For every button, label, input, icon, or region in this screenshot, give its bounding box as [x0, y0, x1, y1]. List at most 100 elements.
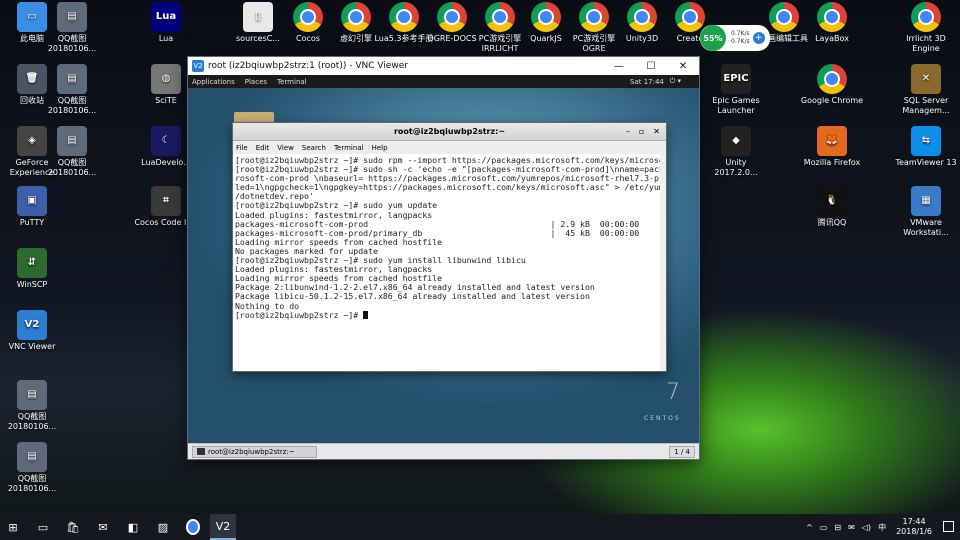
app-icon[interactable]: ◧ — [120, 514, 146, 540]
clock-date: 2018/1/6 — [896, 527, 932, 536]
desktop-icon[interactable]: ▣ PuTTY — [0, 186, 64, 228]
menu-view[interactable]: View — [277, 144, 294, 152]
desktop-icon-label: Epic Games Launcher — [712, 96, 760, 115]
store-icon[interactable]: 🛍 — [60, 514, 86, 540]
terminal-window[interactable]: root@iz2bqiuwbp2strz:~ – ▫ ✕ File Edit Vie… — [232, 122, 667, 372]
desktop-icon[interactable]: ▤ QQ截图20180106... — [0, 380, 64, 432]
chrome-icon — [341, 2, 371, 32]
vnc-titlebar[interactable]: V2 root (iz2bqiuwbp2strz:1 (root)) - VNC… — [188, 57, 699, 75]
desktop-icon-label: Irrlicht 3D Engine — [906, 34, 946, 53]
terminal-minimize-button[interactable]: – — [626, 127, 630, 136]
desktop-icon[interactable]: ⇆ TeamViewer 13 — [894, 126, 958, 168]
notification-icon[interactable] — [943, 521, 954, 532]
chrome-icon — [817, 2, 847, 32]
app-icon: ▦ — [911, 186, 941, 216]
centos-version: 7 — [666, 380, 680, 405]
terminal-prompt: [root@iz2bqiuwbp2strz ~]# — [235, 309, 364, 320]
download-speed: 0.7K/s — [731, 38, 750, 45]
tray-message-icon[interactable]: ✉ — [848, 523, 855, 532]
desktop-icon[interactable]: 🐧 腾讯QQ — [800, 186, 864, 228]
desktop-icon[interactable]: ◆ Unity 2017.2.0... — [704, 126, 768, 178]
applications-menu[interactable]: Applications — [192, 78, 235, 86]
desktop-icon[interactable]: ▤ QQ截图20180106... — [40, 64, 104, 116]
desktop-icon-label: VMware Workstati... — [903, 218, 949, 237]
desktop-icon[interactable]: ▤ QQ截图20180106... — [40, 2, 104, 54]
terminal-scrollbar[interactable] — [660, 154, 666, 371]
taskbar-clock[interactable]: 17:44 2018/1/6 — [896, 517, 932, 537]
maximize-button[interactable]: ☐ — [635, 61, 667, 72]
vnc-taskbar-icon[interactable]: V2 — [210, 514, 236, 540]
desktop-icon-label: SQL Server Managem... — [902, 96, 950, 115]
menu-edit[interactable]: Edit — [256, 144, 270, 152]
desktop-icon-label: QQ截图20180106... — [47, 34, 97, 53]
desktop-icon[interactable]: 🦊 Mozilla Firefox — [800, 126, 864, 168]
desktop-icon[interactable]: ▤ QQ截图20180106... — [0, 442, 64, 494]
app-icon: ▤ — [57, 2, 87, 32]
app-icon: ◍ — [151, 64, 181, 94]
menu-file[interactable]: File — [236, 144, 248, 152]
desktop-icon-label: Lua — [158, 34, 174, 43]
desktop-icon[interactable]: Irrlicht 3D Engine — [894, 2, 958, 54]
chrome-icon — [485, 2, 515, 32]
app-icon: ▤ — [17, 442, 47, 472]
chrome-icon — [817, 64, 847, 94]
desktop-icon[interactable]: EPIC Epic Games Launcher — [704, 64, 768, 116]
terminal-titlebar[interactable]: root@iz2bqiuwbp2strz:~ – ▫ ✕ — [233, 123, 666, 141]
chrome-icon — [911, 2, 941, 32]
app-icon: Lua — [151, 2, 181, 32]
chrome-icon — [293, 2, 323, 32]
desktop-icon[interactable]: Lua Lua — [134, 2, 198, 44]
chrome-icon — [437, 2, 467, 32]
places-menu[interactable]: Places — [245, 78, 267, 86]
desktop-icon[interactable]: Google Chrome — [800, 64, 864, 106]
terminal-maximize-button[interactable]: ▫ — [639, 127, 644, 136]
menu-terminal[interactable]: Terminal — [334, 144, 364, 152]
desktop-icon-label: WinSCP — [16, 280, 48, 289]
tray-volume-icon[interactable]: ◁) — [862, 523, 871, 532]
workspace-pager[interactable]: 1 / 4 — [669, 445, 695, 458]
taskbar-terminal-item[interactable]: root@iz2bqiuwbp2strz:~ — [192, 445, 317, 458]
app2-icon[interactable]: ▨ — [150, 514, 176, 540]
app-icon: V2 — [17, 310, 47, 340]
menu-search[interactable]: Search — [302, 144, 326, 152]
terminal-close-button[interactable]: ✕ — [653, 127, 660, 136]
terminal-prompt-line[interactable]: [root@iz2bqiuwbp2strz ~]# — [235, 309, 664, 320]
terminal-cursor — [363, 310, 369, 319]
chrome-icon — [579, 2, 609, 32]
terminal-menu[interactable]: Terminal — [277, 78, 307, 86]
clock-time: 17:44 — [902, 517, 926, 526]
app-icon: ⇵ — [17, 248, 47, 278]
menu-help[interactable]: Help — [372, 144, 388, 152]
terminal-title: root@iz2bqiuwbp2strz:~ — [393, 127, 506, 136]
desktop-icon-label: TeamViewer 13 — [895, 158, 957, 167]
task-view-icon[interactable]: ▭ — [30, 514, 56, 540]
mail-icon[interactable]: ✉ — [90, 514, 116, 540]
desktop-icon[interactable]: ✕ SQL Server Managem... — [894, 64, 958, 116]
desktop-icon[interactable]: V2 VNC Viewer — [0, 310, 64, 352]
desktop-icon[interactable]: LayaBox — [800, 2, 864, 44]
desktop-icon[interactable]: ▤ QQ截图20180106... — [40, 126, 104, 178]
tray-up-icon[interactable]: ^ — [806, 523, 813, 532]
start-icon[interactable]: ⊞ — [0, 514, 26, 540]
app-icon: ✕ — [911, 64, 941, 94]
tray-display-icon[interactable]: ▭ — [820, 523, 828, 532]
desktop-icon-label: 腾讯QQ — [817, 218, 847, 227]
app-icon: EPIC — [721, 64, 751, 94]
gnome-clock[interactable]: Sat 17:44 — [630, 78, 664, 86]
chrome-taskbar-icon[interactable] — [180, 514, 206, 540]
desktop-icon[interactable]: ⇵ WinSCP — [0, 248, 64, 290]
minimize-button[interactable]: — — [603, 61, 635, 72]
desktop-icon[interactable]: ▦ VMware Workstati... — [894, 186, 958, 238]
terminal-output[interactable]: [root@iz2bqiuwbp2strz ~]# sudo rpm --imp… — [233, 154, 666, 371]
app-icon: 🐧 — [817, 186, 847, 216]
close-button[interactable]: ✕ — [667, 61, 699, 72]
upload-speed: 0.7K/s — [731, 30, 750, 37]
tray-ime-icon[interactable]: 中 — [878, 522, 886, 533]
network-speed-widget[interactable]: 55% 0.7K/s 0.7K/s + — [700, 25, 770, 51]
system-menu-icon[interactable]: ⏻ ▾ — [670, 77, 681, 86]
chrome-icon — [675, 2, 705, 32]
desktop-icon-label: QQ截图20180106... — [7, 474, 57, 493]
system-tray: ^ ▭ ⊟ ✉ ◁) 中 17:44 2018/1/6 — [799, 514, 932, 540]
plus-icon[interactable]: + — [752, 32, 765, 44]
tray-network-icon[interactable]: ⊟ — [834, 523, 841, 532]
